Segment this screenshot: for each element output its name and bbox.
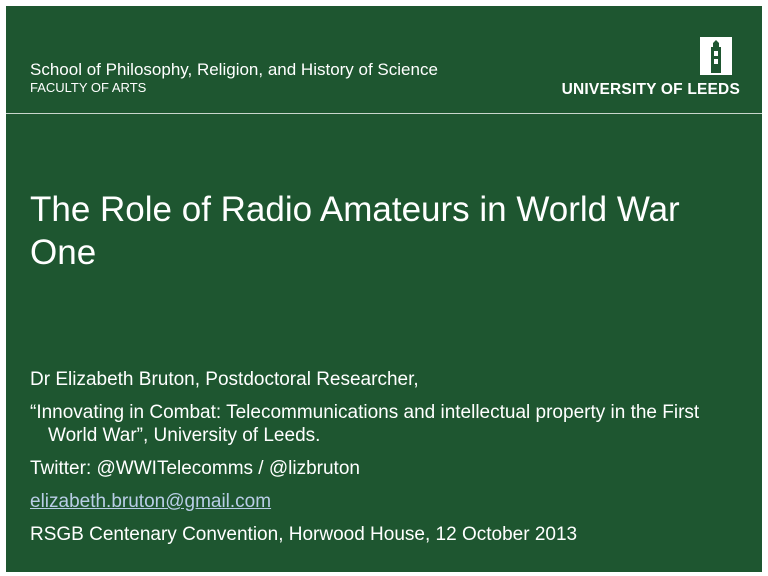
department-name: School of Philosophy, Religion, and Hist… [30, 60, 438, 79]
faculty-name: FACULTY OF ARTS [30, 80, 147, 95]
twitter-line: Twitter: @WWITelecomms / @lizbruton [30, 458, 360, 479]
project-line: “Innovating in Combat: Telecommunication… [30, 402, 700, 446]
slide-body: Dr Elizabeth Bruton, Postdoctoral Resear… [30, 368, 750, 556]
slide-title: The Role of Radio Amateurs in World War … [30, 190, 680, 272]
author-line: Dr Elizabeth Bruton, Postdoctoral Resear… [30, 369, 419, 390]
event-line: RSGB Centenary Convention, Horwood House… [30, 524, 578, 545]
title-slide: School of Philosophy, Religion, and Hist… [6, 6, 762, 572]
university-logo: UNIVERSITY OF LEEDS [540, 36, 740, 102]
header-divider [6, 113, 762, 114]
email-link[interactable]: elizabeth.bruton@gmail.com [30, 491, 271, 512]
university-logo-text: UNIVERSITY OF LEEDS [561, 81, 740, 98]
parkinson-tower-icon [700, 37, 732, 75]
